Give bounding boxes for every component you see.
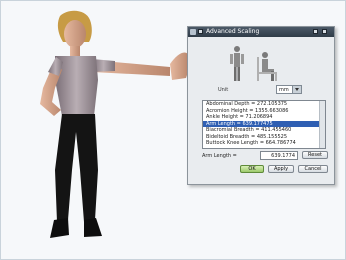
dialog-title: Advanced Scaling xyxy=(206,28,260,35)
unit-label: Unit xyxy=(218,87,229,93)
measurement-preview-image xyxy=(230,46,277,81)
reset-button[interactable]: Reset xyxy=(302,151,328,159)
list-item[interactable]: Buttock Knee Length = 664.786774 xyxy=(203,140,325,147)
unit-select[interactable]: mm xyxy=(276,85,302,94)
window-menu-icon[interactable] xyxy=(190,29,196,35)
advanced-scaling-dialog: Advanced Scaling Unit mm Abdominal Depth… xyxy=(187,26,335,185)
ok-button[interactable]: OK xyxy=(240,165,264,173)
cancel-button[interactable]: Cancel xyxy=(298,165,328,173)
minimize-icon[interactable] xyxy=(313,29,318,34)
chevron-down-icon[interactable] xyxy=(292,86,301,93)
unit-value: mm xyxy=(279,87,289,93)
dialog-title-bar[interactable]: Advanced Scaling xyxy=(188,27,334,37)
list-scrollbar[interactable] xyxy=(319,101,325,148)
close-icon[interactable] xyxy=(322,29,327,34)
collapse-icon[interactable] xyxy=(198,29,203,34)
apply-button[interactable]: Apply xyxy=(268,165,294,173)
standing-figure-icon xyxy=(230,46,244,81)
measurement-list[interactable]: Abdominal Depth = 272.105375 Acromion He… xyxy=(202,100,326,149)
value-input[interactable]: 639.1774 xyxy=(260,151,298,160)
seated-figure-icon xyxy=(257,52,277,81)
value-label: Arm Length = xyxy=(202,153,237,159)
